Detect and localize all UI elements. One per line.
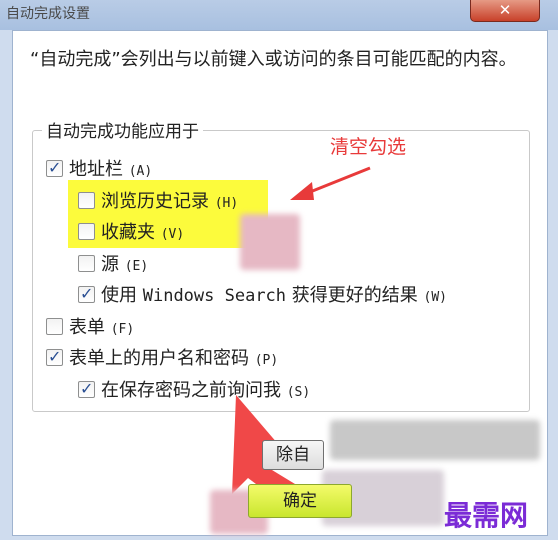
watermark-text: 最需网 — [444, 499, 529, 532]
blurred-region — [240, 214, 300, 270]
small-arrow-icon — [290, 166, 371, 200]
delete-history-button[interactable]: 除自 — [262, 440, 324, 470]
blurred-region — [330, 420, 540, 460]
autocomplete-settings-window: 自动完成设置 ✕ “自动完成”会列出与以前键入或访问的条目可能匹配的内容。 自动… — [0, 0, 558, 540]
ok-button[interactable]: 确定 — [248, 484, 352, 518]
